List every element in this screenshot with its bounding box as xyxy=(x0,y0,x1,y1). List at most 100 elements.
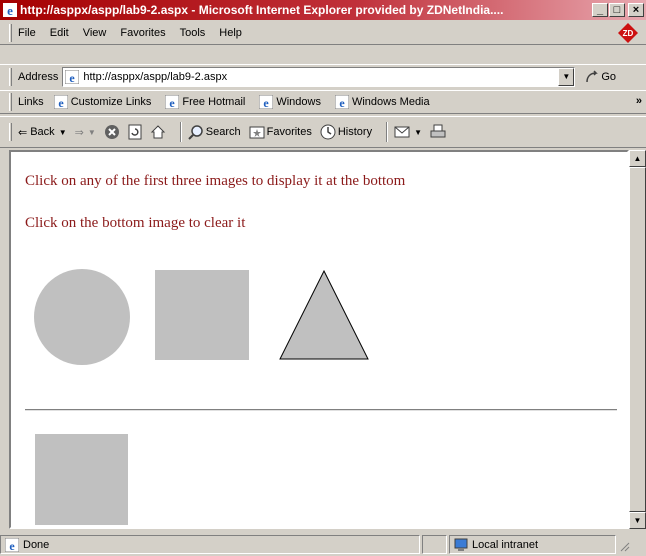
title-bar[interactable]: e http://asppx/aspp/lab9-2.aspx - Micros… xyxy=(0,0,646,20)
triangle-image[interactable] xyxy=(279,270,369,360)
back-button[interactable]: ⇐ Back ▼ xyxy=(18,126,67,139)
menu-bar: File Edit View Favorites Tools Help ZD xyxy=(0,21,646,45)
back-label: Back xyxy=(30,126,55,138)
link-label: Customize Links xyxy=(70,96,152,108)
link-label: Free Hotmail xyxy=(182,96,246,108)
go-label: Go xyxy=(601,70,617,83)
mail-button[interactable]: ▼ xyxy=(394,125,422,139)
forward-button[interactable]: ⇒ ▼ xyxy=(75,126,96,139)
go-arrow-icon xyxy=(586,69,599,82)
page-icon: e xyxy=(5,537,19,552)
forward-arrow-icon: ⇒ xyxy=(74,126,84,139)
link-customize-links[interactable]: e Customize Links xyxy=(53,95,152,109)
scroll-thumb[interactable] xyxy=(629,167,646,512)
svg-text:e: e xyxy=(339,96,345,109)
status-text: Done xyxy=(23,538,50,551)
svg-text:e: e xyxy=(7,3,13,17)
history-button[interactable]: History xyxy=(320,124,372,140)
resize-grip-icon[interactable] xyxy=(618,535,630,554)
close-button[interactable]: × xyxy=(628,3,644,17)
menu-edit[interactable]: Edit xyxy=(50,27,69,39)
mail-icon xyxy=(394,126,410,138)
menu-view[interactable]: View xyxy=(83,27,107,39)
standard-toolbar: ⇐ Back ▼ ⇒ ▼ Search Favorites History ▼ xyxy=(0,116,646,148)
forward-dropdown-icon[interactable]: ▼ xyxy=(88,128,96,137)
link-label: Windows Media xyxy=(351,96,430,108)
page-content: Click on any of the first three images t… xyxy=(9,150,629,529)
back-arrow-icon: ⇐ xyxy=(18,126,28,139)
ie-window: e http://asppx/aspp/lab9-2.aspx - Micros… xyxy=(0,0,646,556)
svg-text:e: e xyxy=(9,539,15,552)
print-button[interactable] xyxy=(430,124,446,140)
favorites-label: Favorites xyxy=(266,126,312,138)
refresh-button[interactable] xyxy=(128,124,142,140)
mail-dropdown-icon[interactable]: ▼ xyxy=(414,128,422,137)
links-more-chevron-icon[interactable]: » xyxy=(636,95,642,107)
menu-file[interactable]: File xyxy=(18,27,36,39)
search-icon xyxy=(188,125,203,140)
history-icon xyxy=(320,124,336,140)
page-icon: e xyxy=(165,95,180,109)
link-windows-media[interactable]: e Windows Media xyxy=(334,95,430,109)
svg-text:e: e xyxy=(58,96,64,109)
toolbar-separator xyxy=(179,122,182,142)
link-label: Windows xyxy=(276,96,321,108)
history-label: History xyxy=(337,126,373,138)
favorites-button[interactable]: Favorites xyxy=(249,125,312,139)
status-text-panel: e Done xyxy=(0,535,420,554)
svg-text:ZD: ZD xyxy=(623,29,634,38)
horizontal-rule xyxy=(25,409,617,411)
scroll-down-button[interactable]: ▼ xyxy=(629,512,646,529)
zd-logo-icon: ZD xyxy=(618,23,638,43)
toolbar-grip[interactable] xyxy=(9,67,12,86)
toolbar-grip[interactable] xyxy=(9,123,12,141)
security-zone-panel: Local intranet xyxy=(449,535,616,554)
svg-text:e: e xyxy=(170,96,176,109)
stop-icon xyxy=(104,125,119,139)
toolbar-grip[interactable] xyxy=(9,93,12,111)
toolbar-separator xyxy=(386,122,389,142)
go-button[interactable]: Go xyxy=(585,69,617,84)
print-icon xyxy=(430,124,446,138)
scroll-up-button[interactable]: ▲ xyxy=(629,150,646,167)
toolbar-grip[interactable] xyxy=(9,23,12,42)
links-label[interactable]: Links xyxy=(18,96,44,108)
address-value[interactable]: http://asppx/aspp/lab9-2.aspx xyxy=(83,71,227,83)
menu-help[interactable]: Help xyxy=(219,27,242,39)
link-windows[interactable]: e Windows xyxy=(259,95,321,109)
refresh-icon xyxy=(128,124,142,140)
favorites-icon xyxy=(249,126,265,139)
window-title: http://asppx/aspp/lab9-2.aspx - Microsof… xyxy=(20,3,504,17)
home-button[interactable] xyxy=(150,124,166,140)
circle-image[interactable] xyxy=(33,268,131,366)
back-dropdown-icon[interactable]: ▼ xyxy=(59,128,67,137)
minimize-button[interactable]: _ xyxy=(592,3,608,17)
links-bar: Links e Customize Links e Free Hotmail e… xyxy=(0,90,646,114)
address-input[interactable]: e http://asppx/aspp/lab9-2.aspx ▼ xyxy=(62,66,576,87)
vertical-scrollbar[interactable]: ▲ ▼ xyxy=(629,150,646,529)
link-free-hotmail[interactable]: e Free Hotmail xyxy=(165,95,245,109)
home-icon xyxy=(150,125,165,139)
svg-text:e: e xyxy=(264,96,270,109)
svg-text:e: e xyxy=(70,71,76,84)
zone-label: Local intranet xyxy=(472,538,539,551)
address-label: Address xyxy=(18,70,59,83)
status-panel-empty xyxy=(422,535,447,554)
instruction-text-1: Click on any of the first three images t… xyxy=(25,173,406,189)
square-image[interactable] xyxy=(155,270,249,360)
search-label: Search xyxy=(205,126,241,138)
page-icon: e xyxy=(65,69,80,84)
address-dropdown-button[interactable]: ▼ xyxy=(558,67,575,86)
menu-tools[interactable]: Tools xyxy=(180,27,206,39)
internet-explorer-icon: e xyxy=(3,3,17,17)
address-bar: Address e http://asppx/aspp/lab9-2.aspx … xyxy=(0,64,646,88)
page-icon: e xyxy=(53,95,68,109)
search-button[interactable]: Search xyxy=(188,124,241,140)
menu-favorites[interactable]: Favorites xyxy=(120,27,165,39)
selected-square-image[interactable] xyxy=(35,434,128,525)
stop-button[interactable] xyxy=(104,124,120,140)
instruction-text-2: Click on the bottom image to clear it xyxy=(25,215,246,231)
maximize-button[interactable]: □ xyxy=(609,3,625,17)
status-bar: e Done Local intranet xyxy=(0,533,646,556)
page-icon: e xyxy=(334,95,349,109)
